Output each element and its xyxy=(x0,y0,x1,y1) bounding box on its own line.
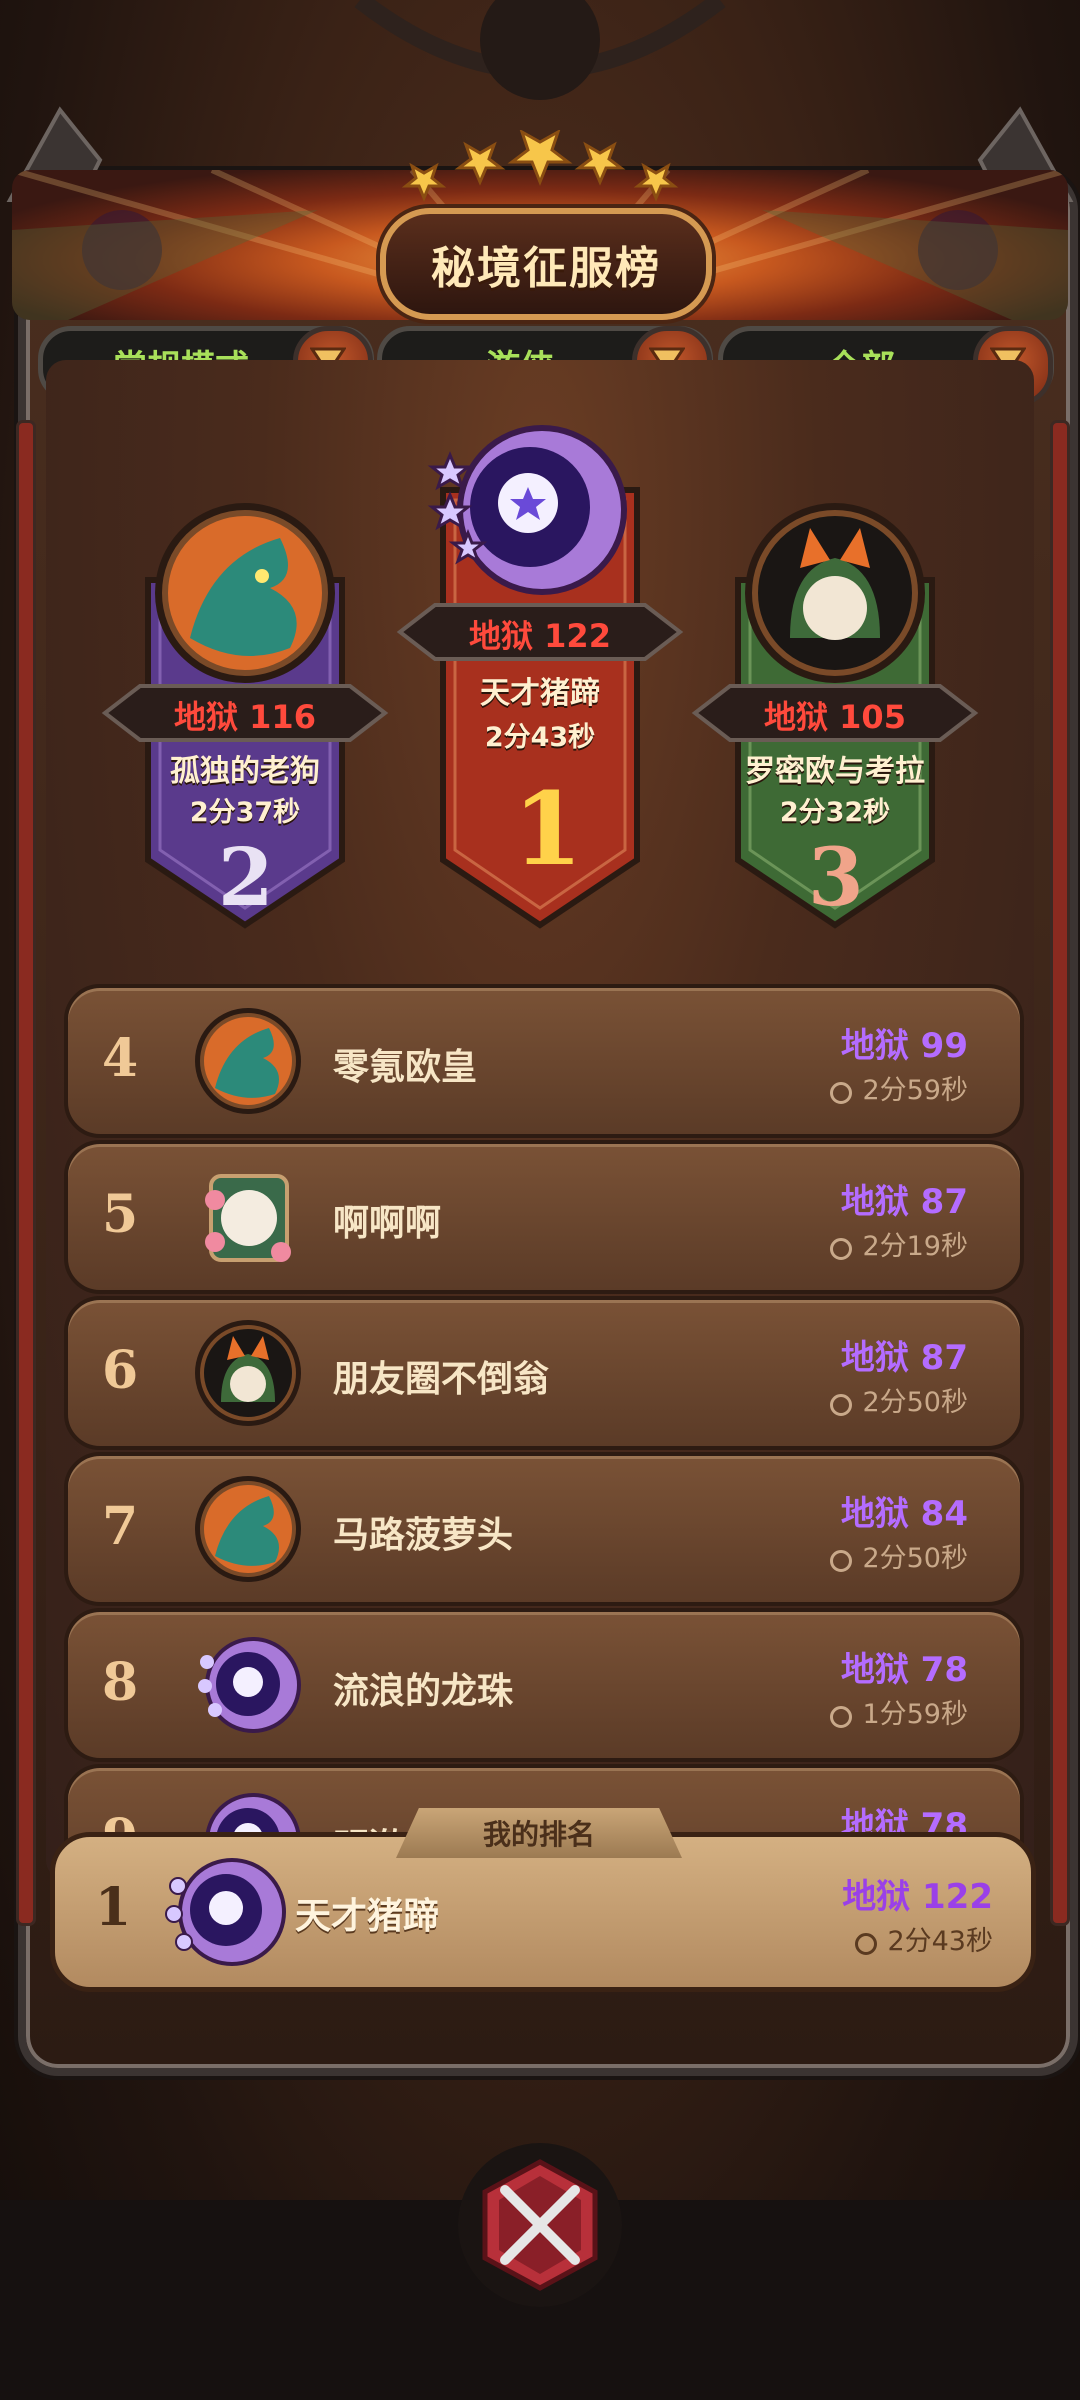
clock-icon xyxy=(830,1394,853,1416)
row-time-value: 2分59秒 xyxy=(862,1075,968,1106)
row-name: 零氪欧皇 xyxy=(333,1047,478,1088)
left-rail xyxy=(16,420,36,1926)
row-time: 2分50秒 xyxy=(830,1380,968,1419)
row-time: 1分59秒 xyxy=(830,1692,968,1731)
fox-hood-icon xyxy=(745,503,925,683)
podium-second-rank: 2 xyxy=(218,830,274,924)
leaderboard-screen: 秘境征服榜 常规模式 游侠 全部 2 地狱 116 xyxy=(0,0,1080,2400)
right-rail xyxy=(1050,420,1070,1926)
list-item[interactable]: 6 朋友圈不倒翁 地狱 87 2分50秒 xyxy=(64,1296,1024,1450)
row-time: 2分50秒 xyxy=(830,1536,968,1575)
my-rank-tag-label: 我的排名 xyxy=(482,1818,595,1851)
podium-first-score: 地狱 122 xyxy=(469,617,611,655)
my-time: 2分43秒 xyxy=(855,1919,993,1958)
row-time-value: 2分50秒 xyxy=(862,1387,968,1418)
podium-first-time: 2分43秒 xyxy=(484,722,596,753)
row-rank: 7 xyxy=(102,1496,139,1557)
page-title: 秘境征服榜 xyxy=(431,243,661,294)
podium-third-name: 罗密欧与考拉 xyxy=(745,754,925,789)
row-score: 地狱 99 xyxy=(840,1026,968,1066)
row-score: 地狱 78 xyxy=(840,1650,968,1690)
row-time-value: 2分19秒 xyxy=(862,1231,968,1262)
row-name: 朋友圈不倒翁 xyxy=(333,1359,550,1400)
close-crossed-swords-icon[interactable] xyxy=(455,2140,625,2310)
list-item[interactable]: 8 流浪的龙珠 地狱 78 1分59秒 xyxy=(64,1608,1024,1762)
row-score: 地狱 87 xyxy=(840,1338,968,1378)
podium-third-time: 2分32秒 xyxy=(779,797,891,828)
row-rank: 5 xyxy=(102,1184,139,1245)
row-name: 流浪的龙珠 xyxy=(333,1671,514,1712)
clock-icon xyxy=(830,1238,853,1260)
row-time-value: 2分50秒 xyxy=(862,1543,968,1574)
podium-first-name: 天才猪蹄 xyxy=(480,676,600,711)
my-time-value: 2分43秒 xyxy=(887,1926,993,1957)
list-item[interactable]: 4 零氪欧皇 地狱 99 2分59秒 xyxy=(64,984,1024,1138)
green-dragon-icon xyxy=(195,1008,301,1114)
row-time: 2分59秒 xyxy=(830,1068,968,1107)
row-rank: 6 xyxy=(102,1340,139,1401)
my-score: 地狱 122 xyxy=(842,1877,993,1917)
my-name: 天才猪蹄 xyxy=(295,1896,440,1937)
podium-second-name: 孤独的老狗 xyxy=(170,754,320,789)
row-time: 2分19秒 xyxy=(830,1224,968,1263)
my-rank: 1 xyxy=(95,1877,132,1938)
my-rank-tag: 我的排名 xyxy=(396,1808,682,1858)
moon-orb-icon xyxy=(427,425,627,595)
row-name: 马路菠萝头 xyxy=(333,1515,514,1556)
green-dragon-icon xyxy=(155,503,335,683)
rating-stars-icon xyxy=(401,130,679,202)
row-rank: 8 xyxy=(102,1652,139,1713)
row-time-value: 1分59秒 xyxy=(862,1699,968,1730)
podium-third-rank: 3 xyxy=(808,830,864,924)
podium-second-score: 地狱 116 xyxy=(174,698,316,736)
clock-icon xyxy=(855,1933,878,1955)
list-item[interactable]: 7 马路菠萝头 地狱 84 2分50秒 xyxy=(64,1452,1024,1606)
row-score: 地狱 84 xyxy=(840,1494,968,1534)
moon-orb-icon xyxy=(165,1858,286,1966)
row-score: 地狱 87 xyxy=(840,1182,968,1222)
clock-icon xyxy=(830,1082,853,1104)
row-rank: 4 xyxy=(102,1028,139,1089)
fox-hood-icon xyxy=(195,1320,301,1426)
podium-first-rank: 1 xyxy=(513,770,583,888)
clock-icon xyxy=(830,1550,853,1572)
podium-second-time: 2分37秒 xyxy=(189,797,301,828)
row-name: 啊啊啊 xyxy=(333,1203,442,1244)
clock-icon xyxy=(830,1706,853,1728)
flower-spirit-icon xyxy=(205,1174,291,1262)
moon-orb-icon xyxy=(198,1637,301,1733)
title-plate: 秘境征服榜 xyxy=(380,208,712,320)
list-item[interactable]: 5 啊啊啊 地狱 87 2分19秒 xyxy=(64,1140,1024,1294)
podium-third-score: 地狱 105 xyxy=(764,698,906,736)
green-dragon-icon xyxy=(195,1476,301,1582)
